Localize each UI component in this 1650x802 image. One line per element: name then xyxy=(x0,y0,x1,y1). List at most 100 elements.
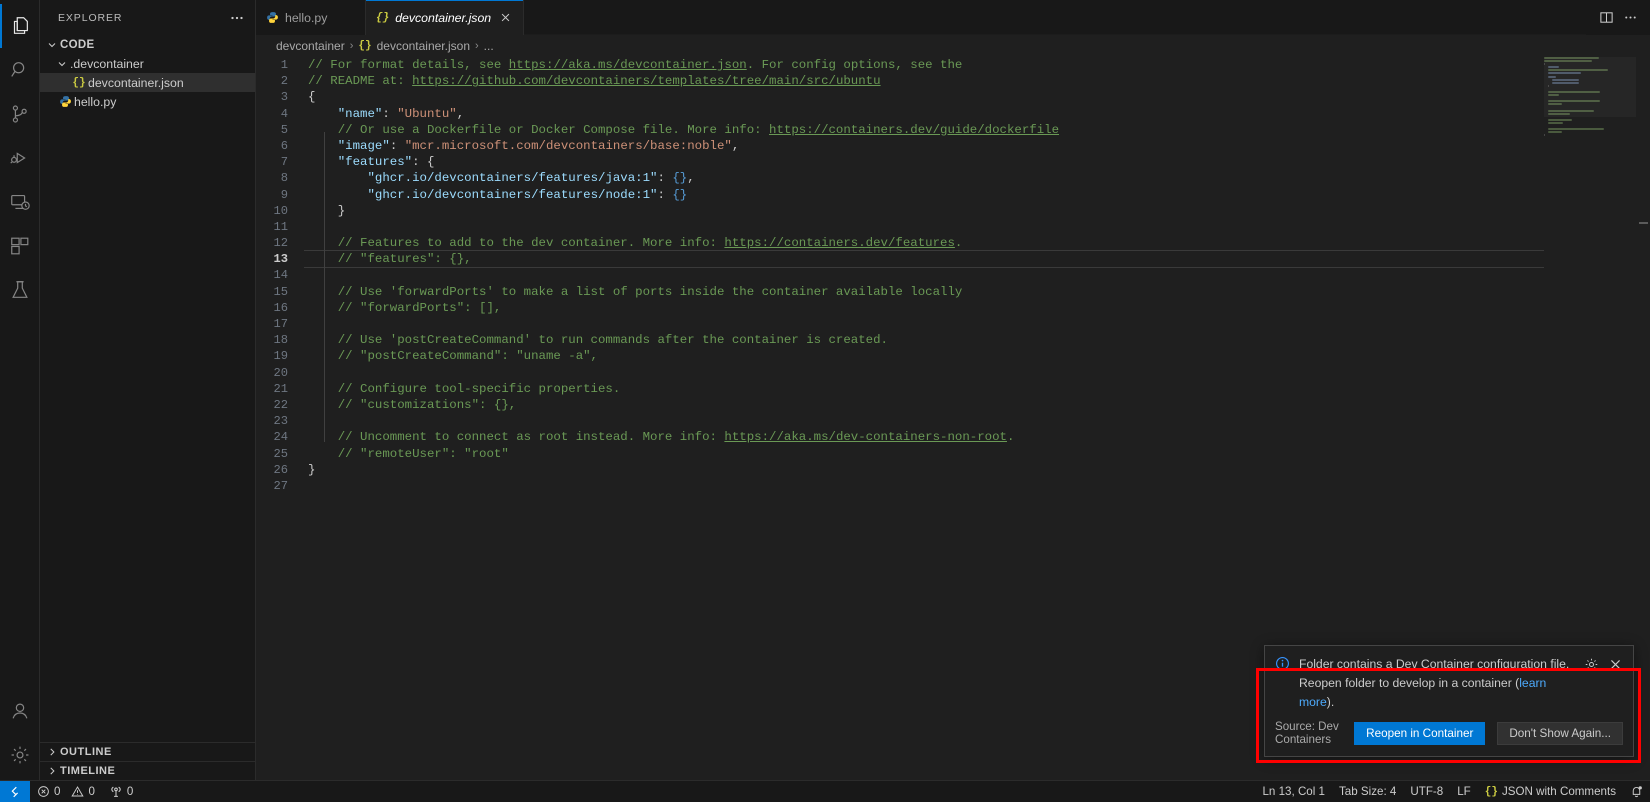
status-notifications-bell[interactable] xyxy=(1623,781,1650,802)
more-actions-icon[interactable] xyxy=(227,8,247,28)
activitybar-item-search[interactable] xyxy=(0,48,40,92)
status-ports[interactable]: 0 xyxy=(102,781,140,802)
code-line[interactable]: 11 xyxy=(256,219,1650,235)
configure-notification-gear-icon[interactable] xyxy=(1581,654,1601,674)
code-line[interactable]: 2 // README at: https://github.com/devcon… xyxy=(256,73,1650,89)
activitybar-item-remote-explorer[interactable] xyxy=(0,180,40,224)
activitybar-item-testing[interactable] xyxy=(0,268,40,312)
code-line[interactable]: 27 xyxy=(256,478,1650,494)
code-token: "name" xyxy=(337,106,383,121)
status-editor-eol[interactable]: LF xyxy=(1450,781,1478,802)
code-line[interactable]: 16 // "forwardPorts": [], xyxy=(256,300,1650,316)
activitybar-item-manage[interactable] xyxy=(0,736,40,780)
sidebar-panel-timeline[interactable]: TIMELINE xyxy=(40,761,255,780)
json-icon: {} xyxy=(358,40,372,52)
code-link[interactable]: https://aka.ms/dev-containers-non-root xyxy=(724,430,1007,444)
editor-vertical-scrollbar[interactable] xyxy=(1636,57,1650,780)
code-line[interactable]: 14 xyxy=(256,267,1650,283)
remote-explorer-icon xyxy=(9,191,31,213)
sidebar-panel-outline[interactable]: OUTLINE xyxy=(40,742,255,761)
breadcrumb-item-symbol[interactable]: ... xyxy=(484,39,494,53)
code-token: // Uncomment to connect as root instead.… xyxy=(337,430,725,445)
editor-tabs-bar: hello.py {} devcontainer.json xyxy=(256,0,1650,35)
code-line[interactable]: 22 // "customizations": {}, xyxy=(256,397,1650,413)
code-link[interactable]: https://containers.dev/guide/dockerfile xyxy=(769,123,1059,137)
code-line[interactable]: 23 xyxy=(256,413,1650,429)
code-line[interactable]: 3{ xyxy=(256,89,1650,105)
status-editor-position[interactable]: Ln 13, Col 1 xyxy=(1255,781,1332,802)
status-editor-encoding[interactable]: UTF-8 xyxy=(1403,781,1450,802)
code-line[interactable]: 8 "ghcr.io/devcontainers/features/java:1… xyxy=(256,170,1650,186)
activitybar-item-accounts[interactable] xyxy=(0,692,40,736)
code-line[interactable]: 12 // Features to add to the dev contain… xyxy=(256,235,1650,251)
code-line[interactable]: 15 // Use 'forwardPorts' to make a list … xyxy=(256,284,1650,300)
code-link[interactable]: https://github.com/devcontainers/templat… xyxy=(412,74,880,88)
code-line[interactable]: 24 // Uncomment to connect as root inste… xyxy=(256,429,1650,445)
code-line[interactable]: 19 // "postCreateCommand": "uname -a", xyxy=(256,348,1650,364)
code-line[interactable]: 13 // "features": {}, xyxy=(256,250,1650,269)
notification-toast[interactable]: Folder contains a Dev Container configur… xyxy=(1264,645,1634,757)
code-line[interactable]: 1 // For format details, see https://aka.… xyxy=(256,57,1650,73)
json-icon: {} xyxy=(72,76,86,89)
code-line[interactable]: 17 xyxy=(256,316,1650,332)
line-number: 25 xyxy=(273,446,288,461)
tree-item-code[interactable]: CODE xyxy=(40,35,255,54)
code-token: "Ubuntu" xyxy=(397,106,457,121)
code-line[interactable]: 26} xyxy=(256,462,1650,478)
reopen-in-container-button[interactable]: Reopen in Container xyxy=(1354,721,1486,745)
tab-devcontainer-json[interactable]: {} devcontainer.json xyxy=(366,0,525,35)
code-token: . xyxy=(954,236,963,251)
tree-item-hello-py[interactable]: hello.py xyxy=(40,92,255,111)
activitybar-item-run-and-debug[interactable] xyxy=(0,136,40,180)
code-link[interactable]: https://containers.dev/features xyxy=(724,236,955,250)
code-token: // README at: xyxy=(308,74,413,89)
code-line[interactable]: 5 // Or use a Dockerfile or Docker Compo… xyxy=(256,122,1650,138)
activitybar-item-source-control[interactable] xyxy=(0,92,40,136)
breadcrumb-separator-icon: › xyxy=(475,40,479,52)
code-token: {} xyxy=(672,187,688,202)
line-text: "name": "Ubuntu", xyxy=(308,106,464,122)
notification-message: Folder contains a Dev Container configur… xyxy=(1299,655,1573,712)
line-text: // Use 'forwardPorts' to make a list of … xyxy=(308,284,963,300)
status-problems[interactable]: 0 0 xyxy=(30,781,102,802)
code-line[interactable]: 18 // Use 'postCreateCommand' to run com… xyxy=(256,332,1650,348)
line-number: 4 xyxy=(280,106,288,121)
status-remote-indicator[interactable] xyxy=(0,780,30,802)
code-line[interactable]: 10 } xyxy=(256,203,1650,219)
status-editor-language[interactable]: {} JSON with Comments xyxy=(1478,781,1623,802)
line-number: 10 xyxy=(273,203,288,218)
sidebar-actions xyxy=(227,8,247,28)
breadcrumb-item-folder[interactable]: devcontainer xyxy=(276,39,345,53)
ellipsis-icon[interactable] xyxy=(1620,8,1640,28)
close-icon[interactable] xyxy=(497,10,513,26)
activitybar-item-explorer[interactable] xyxy=(0,4,40,48)
breadcrumb-separator-icon: › xyxy=(349,40,354,52)
activitybar-item-extensions[interactable] xyxy=(0,224,40,268)
code-line[interactable]: 25 // "remoteUser": "root" xyxy=(256,446,1650,462)
code-token: // "postCreateCommand": "uname -a", xyxy=(337,349,598,364)
status-editor-indentation[interactable]: Tab Size: 4 xyxy=(1332,781,1403,802)
code-line[interactable]: 9 "ghcr.io/devcontainers/features/node:1… xyxy=(256,187,1650,203)
line-number: 15 xyxy=(273,284,288,299)
code-token: // Use 'postCreateCommand' to run comman… xyxy=(337,333,888,348)
sidebar-title: EXPLORER xyxy=(58,11,123,24)
tree-item-devcontainer-json[interactable]: {} devcontainer.json xyxy=(40,73,255,92)
breadcrumb: devcontainer › {} devcontainer.json › ..… xyxy=(256,35,1650,57)
breadcrumb-item-file[interactable]: devcontainer.json xyxy=(377,39,470,53)
code-line[interactable]: 20 xyxy=(256,365,1650,381)
code-line[interactable]: 4 "name": "Ubuntu", xyxy=(256,106,1650,122)
status-warning-count: 0 xyxy=(88,785,95,798)
tab-hello-py[interactable]: hello.py xyxy=(256,0,366,35)
code-line[interactable]: 6 "image": "mcr.microsoft.com/devcontain… xyxy=(256,138,1650,154)
chevron-down-icon xyxy=(44,39,60,51)
line-number: 16 xyxy=(273,300,288,315)
tree-item-devcontainer-folder[interactable]: .devcontainer xyxy=(40,54,255,73)
split-editor-icon[interactable] xyxy=(1596,8,1616,28)
sidebar-panel-label: OUTLINE xyxy=(60,746,112,758)
tree-item-label: devcontainer.json xyxy=(88,75,184,90)
code-line[interactable]: 21 // Configure tool-specific properties… xyxy=(256,381,1650,397)
dont-show-again-button[interactable]: Don't Show Again... xyxy=(1497,721,1623,745)
close-notification-icon[interactable] xyxy=(1605,654,1625,674)
code-link[interactable]: https://aka.ms/devcontainer.json xyxy=(509,58,747,72)
code-line[interactable]: 7 "features": { xyxy=(256,154,1650,170)
